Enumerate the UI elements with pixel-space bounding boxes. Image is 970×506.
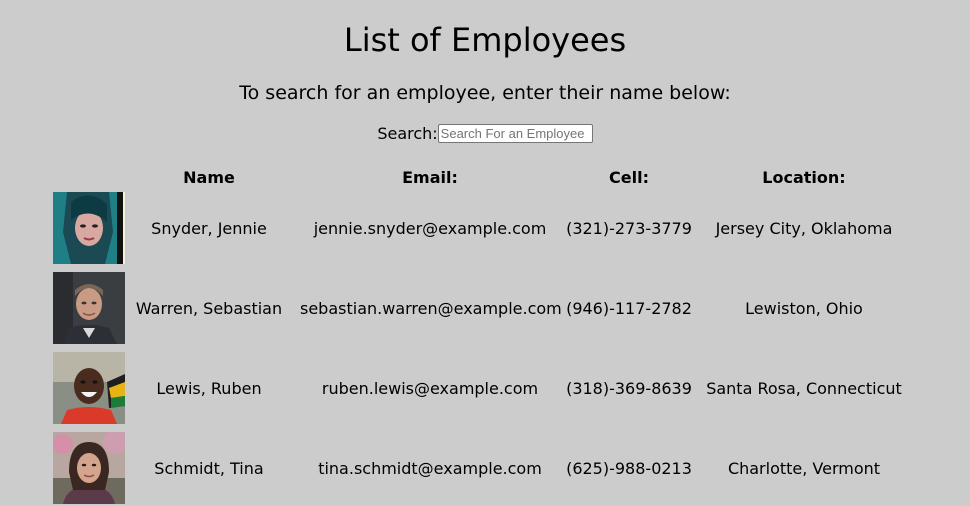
employee-location: Charlotte, Vermont (727, 459, 881, 478)
table-row: Snyder, Jennie jennie.snyder@example.com… (0, 192, 970, 264)
search-input[interactable] (437, 124, 593, 143)
employee-cell: (946)-117-2782 (566, 299, 692, 318)
employee-directory-page: List of Employees To search for an emplo… (0, 0, 970, 506)
employee-email: tina.schmidt@example.com (318, 459, 542, 478)
column-header-location: Location: (762, 168, 846, 187)
employee-email: sebastian.warren@example.com (300, 299, 562, 318)
employee-avatar (53, 432, 125, 504)
employee-name: Warren, Sebastian (135, 299, 283, 318)
employee-cell: (321)-273-3779 (566, 219, 692, 238)
employee-email: ruben.lewis@example.com (321, 379, 539, 398)
employee-location: Santa Rosa, Connecticut (706, 379, 902, 398)
employee-cell: (318)-369-8639 (566, 379, 692, 398)
search-bar: Search: (0, 123, 970, 145)
employee-email: jennie.snyder@example.com (313, 219, 547, 238)
column-header-email: Email: (402, 168, 458, 187)
employee-name: Schmidt, Tina (154, 459, 264, 478)
employee-name: Snyder, Jennie (151, 219, 267, 238)
employee-avatar (53, 352, 125, 424)
column-header-name[interactable]: Name (125, 168, 293, 188)
table-row: Schmidt, Tina tina.schmidt@example.com (… (0, 432, 970, 504)
page-title: List of Employees (343, 21, 627, 59)
page-subtitle: To search for an employee, enter their n… (239, 82, 731, 104)
employee-cell: (625)-988-0213 (566, 459, 692, 478)
employee-location: Lewiston, Ohio (745, 299, 863, 318)
table-row: Lewis, Ruben ruben.lewis@example.com (31… (0, 352, 970, 424)
employee-avatar (53, 272, 125, 344)
table-row: Warren, Sebastian sebastian.warren@examp… (0, 272, 970, 344)
search-label: Search: (377, 124, 438, 143)
employee-name: Lewis, Ruben (156, 379, 262, 398)
column-header-cell: Cell: (609, 168, 649, 187)
employee-location: Jersey City, Oklahoma (715, 219, 893, 238)
employee-avatar (53, 192, 125, 264)
